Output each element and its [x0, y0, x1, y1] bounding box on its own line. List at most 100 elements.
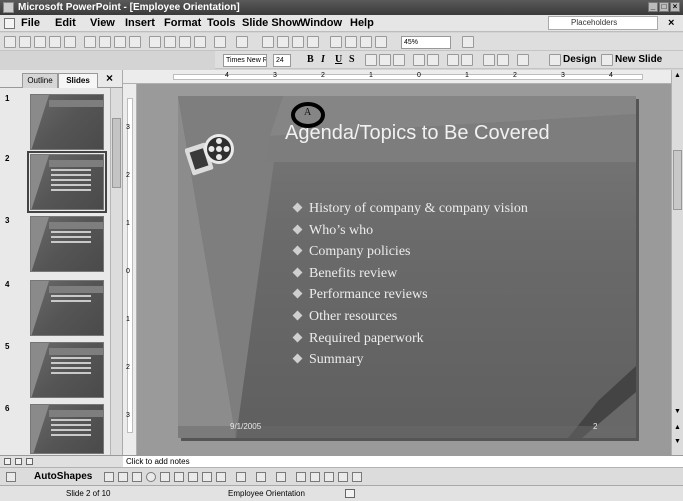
hyperlink-icon[interactable]	[307, 36, 319, 48]
print-preview-icon[interactable]	[99, 36, 111, 48]
close-window-button[interactable]: ×	[670, 2, 680, 12]
new-document-icon[interactable]	[4, 36, 16, 48]
email-icon[interactable]	[64, 36, 76, 48]
shadow-style-icon[interactable]	[338, 472, 348, 482]
fill-color-icon[interactable]	[236, 472, 246, 482]
slide-thumbnail[interactable]	[30, 342, 104, 398]
line-icon[interactable]	[104, 472, 114, 482]
font-color-icon[interactable]	[517, 54, 529, 66]
slide-thumbnail-row[interactable]: 5	[0, 342, 110, 400]
oval-icon[interactable]	[146, 472, 156, 482]
clip-art-icon[interactable]	[202, 472, 212, 482]
color-grayscale-icon[interactable]	[375, 36, 387, 48]
spelling-icon[interactable]	[114, 36, 126, 48]
next-slide-icon[interactable]: ▼	[674, 438, 681, 445]
research-icon[interactable]	[129, 36, 141, 48]
font-select[interactable]: Times New Roman	[223, 54, 267, 67]
slide-thumbnail-row[interactable]: 6	[0, 404, 110, 462]
slide-thumbnail-selected[interactable]	[27, 151, 107, 213]
slide-sorter-view-icon[interactable]	[15, 458, 22, 465]
design-icon[interactable]	[549, 54, 561, 66]
restore-button[interactable]: □	[659, 2, 669, 12]
3d-style-icon[interactable]	[352, 472, 362, 482]
document-icon[interactable]	[4, 18, 15, 29]
insert-chart-icon[interactable]	[262, 36, 274, 48]
slide-thumbnail[interactable]	[30, 94, 104, 150]
underline-button[interactable]: U	[335, 52, 342, 68]
menu-window[interactable]: Window	[300, 16, 342, 31]
new-slide-button[interactable]: New Slide	[615, 52, 662, 68]
tab-slides[interactable]: Slides	[58, 73, 98, 88]
minimize-button[interactable]: _	[648, 2, 658, 12]
align-left-icon[interactable]	[365, 54, 377, 66]
panel-close-button[interactable]: ×	[106, 71, 113, 85]
ask-question-box[interactable]: Placeholders	[548, 16, 658, 30]
diagram-icon[interactable]	[188, 472, 198, 482]
cut-icon[interactable]	[149, 36, 161, 48]
line-color-icon[interactable]	[256, 472, 266, 482]
slide-thumbnail-row[interactable]: 2	[0, 151, 110, 213]
menu-tools[interactable]: Tools	[207, 16, 236, 31]
menu-help[interactable]: Help	[350, 16, 374, 31]
slide-title[interactable]: Agenda/Topics to Be Covered	[285, 122, 550, 145]
new-slide-icon[interactable]	[601, 54, 613, 66]
redo-icon[interactable]	[236, 36, 248, 48]
slide-thumbnail[interactable]	[30, 216, 104, 272]
menu-view[interactable]: View	[90, 16, 115, 31]
document-close-button[interactable]: ×	[668, 16, 674, 31]
copy-icon[interactable]	[164, 36, 176, 48]
shadow-button[interactable]: S	[349, 52, 355, 68]
menu-slide-show[interactable]: Slide Show	[242, 16, 301, 31]
bullets-icon[interactable]	[427, 54, 439, 66]
arrow-icon[interactable]	[118, 472, 128, 482]
expand-all-icon[interactable]	[330, 36, 342, 48]
slide-thumbnail-row[interactable]: 3	[0, 216, 110, 274]
show-grid-icon[interactable]	[360, 36, 372, 48]
align-right-icon[interactable]	[393, 54, 405, 66]
previous-slide-icon[interactable]: ▲	[674, 424, 681, 431]
menu-format[interactable]: Format	[164, 16, 201, 31]
font-color-draw-icon[interactable]	[276, 472, 286, 482]
show-formatting-icon[interactable]	[345, 36, 357, 48]
zoom-select[interactable]: 45%	[401, 36, 451, 49]
normal-view-icon[interactable]	[4, 458, 11, 465]
tables-borders-icon[interactable]	[292, 36, 304, 48]
slide-bullet-list[interactable]: History of company & company vision Who’…	[292, 198, 528, 371]
scroll-down-icon[interactable]: ▼	[674, 408, 681, 415]
center-icon[interactable]	[379, 54, 391, 66]
draw-menu-icon[interactable]	[6, 472, 16, 482]
slide-thumbnail[interactable]	[30, 404, 104, 454]
notes-pane[interactable]: Click to add notes	[123, 455, 683, 467]
increase-font-icon[interactable]	[447, 54, 459, 66]
dash-style-icon[interactable]	[310, 472, 320, 482]
panel-scrollbar[interactable]	[110, 88, 122, 455]
increase-indent-icon[interactable]	[497, 54, 509, 66]
numbering-icon[interactable]	[413, 54, 425, 66]
scroll-up-icon[interactable]: ▲	[674, 72, 681, 79]
format-painter-icon[interactable]	[194, 36, 206, 48]
menu-insert[interactable]: Insert	[125, 16, 155, 31]
decrease-indent-icon[interactable]	[483, 54, 495, 66]
scrollbar-thumb[interactable]	[673, 150, 682, 210]
menu-edit[interactable]: Edit	[55, 16, 76, 31]
paste-icon[interactable]	[179, 36, 191, 48]
print-icon[interactable]	[84, 36, 96, 48]
arrow-style-icon[interactable]	[324, 472, 334, 482]
design-button[interactable]: Design	[563, 52, 596, 68]
font-size-select[interactable]: 24	[273, 54, 291, 67]
menu-file[interactable]: File	[21, 16, 40, 31]
help-icon[interactable]	[462, 36, 474, 48]
tab-outline[interactable]: Outline	[22, 73, 58, 88]
slide-thumbnail-row[interactable]: 1	[0, 94, 110, 152]
scrollbar-thumb[interactable]	[112, 118, 121, 188]
wordart-icon[interactable]	[174, 472, 184, 482]
text-box-icon[interactable]	[160, 472, 170, 482]
slide-show-view-icon[interactable]	[26, 458, 33, 465]
undo-icon[interactable]	[214, 36, 226, 48]
picture-icon[interactable]	[216, 472, 226, 482]
slide-thumbnail-row[interactable]: 4	[0, 280, 110, 338]
powerpoint-app-icon[interactable]	[3, 2, 14, 13]
slide-canvas[interactable]: A Agenda/Topics to Be Covered History of…	[178, 96, 636, 438]
autoshapes-button[interactable]: AutoShapes	[34, 469, 92, 485]
italic-button[interactable]: I	[321, 52, 325, 68]
